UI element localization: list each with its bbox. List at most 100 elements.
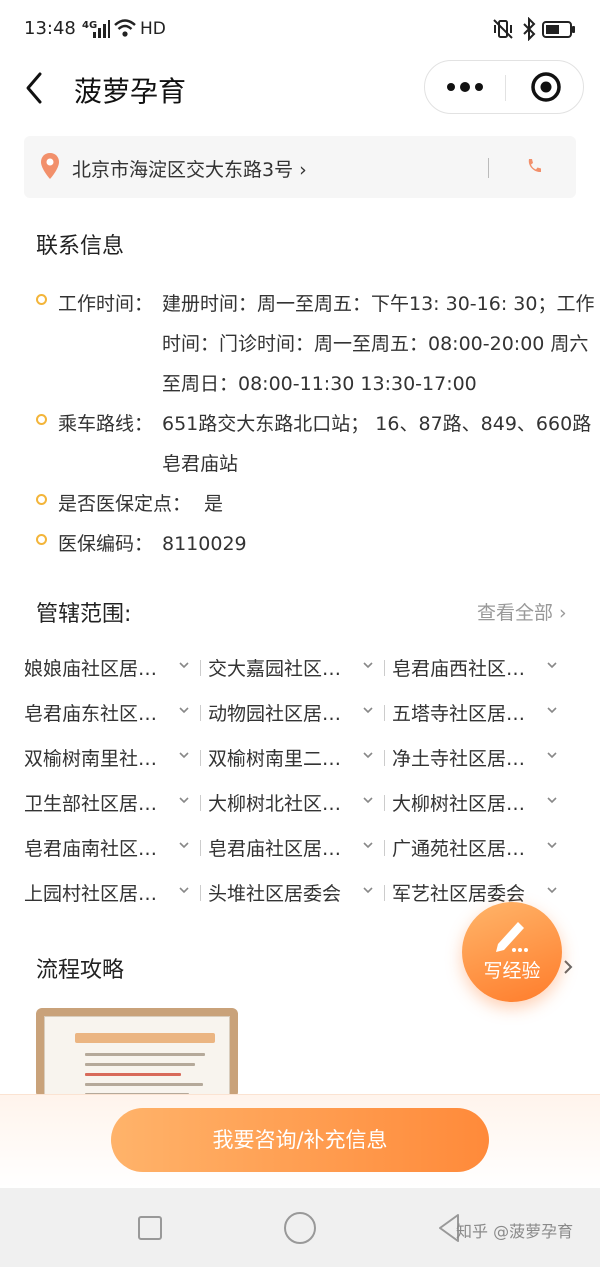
community-item[interactable]: 上园村社区居… xyxy=(24,871,204,913)
wifi-icon xyxy=(114,19,136,37)
column-divider xyxy=(384,750,385,766)
info-label: 是否医保定点： xyxy=(58,493,192,515)
community-item-label: 广通苑社区居… xyxy=(392,838,526,860)
community-item[interactable]: 交大嘉园社区… xyxy=(208,646,388,688)
back-icon[interactable] xyxy=(20,68,52,108)
mini-program-capsule xyxy=(424,60,584,114)
chevron-down-icon xyxy=(363,707,373,714)
info-row-transit: 乘车路线： 651路交大东路北口站； 16、87路、849、660路皂君庙站 xyxy=(36,404,596,484)
community-item-label: 皂君庙南社区… xyxy=(24,838,158,860)
info-row-work-hours: 工作时间： 建册时间：周一至周五：下午13: 30-16: 30；工作时间：门诊… xyxy=(36,284,596,404)
column-divider xyxy=(384,885,385,901)
bullet-dot xyxy=(36,414,47,425)
chevron-down-icon xyxy=(547,752,557,759)
column-divider xyxy=(200,705,201,721)
info-value: 8110029 xyxy=(162,533,247,555)
community-item-label: 净土寺社区居… xyxy=(392,748,526,770)
community-item[interactable]: 皂君庙社区居… xyxy=(208,826,388,868)
community-item[interactable]: 皂君庙东社区… xyxy=(24,691,204,733)
community-item-label: 交大嘉园社区… xyxy=(208,658,342,680)
target-icon[interactable] xyxy=(506,61,584,113)
column-divider xyxy=(384,705,385,721)
view-all-link[interactable]: 查看全部 › xyxy=(477,598,567,625)
document-line xyxy=(85,1053,205,1056)
community-item-label: 头堆社区居委会 xyxy=(208,883,342,905)
community-item[interactable]: 双榆树南里二… xyxy=(208,736,388,778)
info-value: 是 xyxy=(204,493,224,515)
column-divider xyxy=(200,795,201,811)
info-value: 651路交大东路北口站； 16、87路、849、660路皂君庙站 xyxy=(162,413,592,475)
page-title: 菠萝孕育 xyxy=(74,75,187,108)
chevron-down-icon xyxy=(179,662,189,669)
community-item-label: 上园村社区居… xyxy=(24,883,158,905)
location-pin-icon xyxy=(41,153,59,179)
chevron-down-icon xyxy=(547,887,557,894)
chevron-down-icon xyxy=(179,797,189,804)
community-item[interactable]: 娘娘庙社区居… xyxy=(24,646,204,688)
community-item-label: 娘娘庙社区居… xyxy=(24,658,158,680)
community-item-label: 卫生部社区居… xyxy=(24,793,158,815)
status-time: 13:48 xyxy=(24,18,76,39)
bullet-dot xyxy=(36,534,47,545)
community-item[interactable]: 净土寺社区居… xyxy=(392,736,572,778)
home-icon[interactable] xyxy=(284,1212,316,1244)
community-item-label: 大柳树北社区… xyxy=(208,793,342,815)
bullet-dot xyxy=(36,494,47,505)
hd-indicator: HD xyxy=(140,19,166,39)
community-item[interactable]: 大柳树北社区… xyxy=(208,781,388,823)
bluetooth-icon xyxy=(523,17,536,41)
write-experience-label: 写经验 xyxy=(483,960,541,982)
community-item[interactable]: 皂君庙南社区… xyxy=(24,826,204,868)
write-experience-button[interactable]: 写经验 xyxy=(462,902,562,1002)
document-line xyxy=(85,1073,181,1076)
community-item[interactable]: 头堆社区居委会 xyxy=(208,871,388,913)
phone-icon[interactable] xyxy=(524,156,544,176)
community-item[interactable]: 动物园社区居… xyxy=(208,691,388,733)
community-item[interactable]: 双榆树南里社… xyxy=(24,736,204,778)
chevron-down-icon xyxy=(363,797,373,804)
info-row-insurance-point: 是否医保定点： 是 xyxy=(36,484,596,524)
community-item-label: 皂君庙社区居… xyxy=(208,838,342,860)
jurisdiction-section-title: 管辖范围: xyxy=(36,602,132,627)
chevron-down-icon xyxy=(363,662,373,669)
document-heading-mark xyxy=(75,1033,215,1043)
signal-icon xyxy=(93,20,110,38)
community-item-label: 皂君庙东社区… xyxy=(24,703,158,725)
status-bar: 13:48 4G HD xyxy=(0,0,600,60)
chevron-down-icon xyxy=(547,662,557,669)
strategy-section-title: 流程攻略 xyxy=(36,958,125,983)
info-label: 医保编码： xyxy=(58,533,154,555)
address-link[interactable]: 北京市海淀区交大东路3号 › xyxy=(72,155,307,182)
community-item-label: 大柳树社区居… xyxy=(392,793,526,815)
community-item[interactable]: 大柳树社区居… xyxy=(392,781,572,823)
more-icon[interactable] xyxy=(425,61,505,113)
chevron-right-icon[interactable] xyxy=(562,958,574,976)
chevron-down-icon xyxy=(363,887,373,894)
chevron-down-icon xyxy=(547,707,557,714)
chevron-down-icon xyxy=(179,707,189,714)
community-item[interactable]: 军艺社区居委会 xyxy=(392,871,572,913)
community-item[interactable]: 广通苑社区居… xyxy=(392,826,572,868)
strategy-thumbnail[interactable] xyxy=(36,1008,238,1098)
community-item[interactable]: 五塔寺社区居… xyxy=(392,691,572,733)
contact-section-title: 联系信息 xyxy=(36,234,125,259)
community-item[interactable]: 皂君庙西社区… xyxy=(392,646,572,688)
community-item[interactable]: 卫生部社区居… xyxy=(24,781,204,823)
chevron-down-icon xyxy=(363,752,373,759)
column-divider xyxy=(384,840,385,856)
consult-button[interactable]: 我要咨询/补充信息 xyxy=(111,1108,489,1172)
community-item-label: 双榆树南里二… xyxy=(208,748,342,770)
system-nav-bar: 知乎 @菠萝孕育 xyxy=(0,1188,600,1267)
watermark: 知乎 @菠萝孕育 xyxy=(456,1222,574,1241)
info-value: 建册时间：周一至周五：下午13: 30-16: 30；工作时间：门诊时间：周一至… xyxy=(162,293,595,395)
recent-apps-icon[interactable] xyxy=(138,1216,162,1240)
chevron-down-icon xyxy=(179,752,189,759)
column-divider xyxy=(200,750,201,766)
chevron-down-icon xyxy=(179,842,189,849)
column-divider xyxy=(384,660,385,676)
address-divider xyxy=(488,158,489,178)
column-divider xyxy=(200,885,201,901)
battery-icon xyxy=(542,21,575,38)
community-item-label: 五塔寺社区居… xyxy=(392,703,526,725)
info-label: 乘车路线： xyxy=(58,413,154,435)
